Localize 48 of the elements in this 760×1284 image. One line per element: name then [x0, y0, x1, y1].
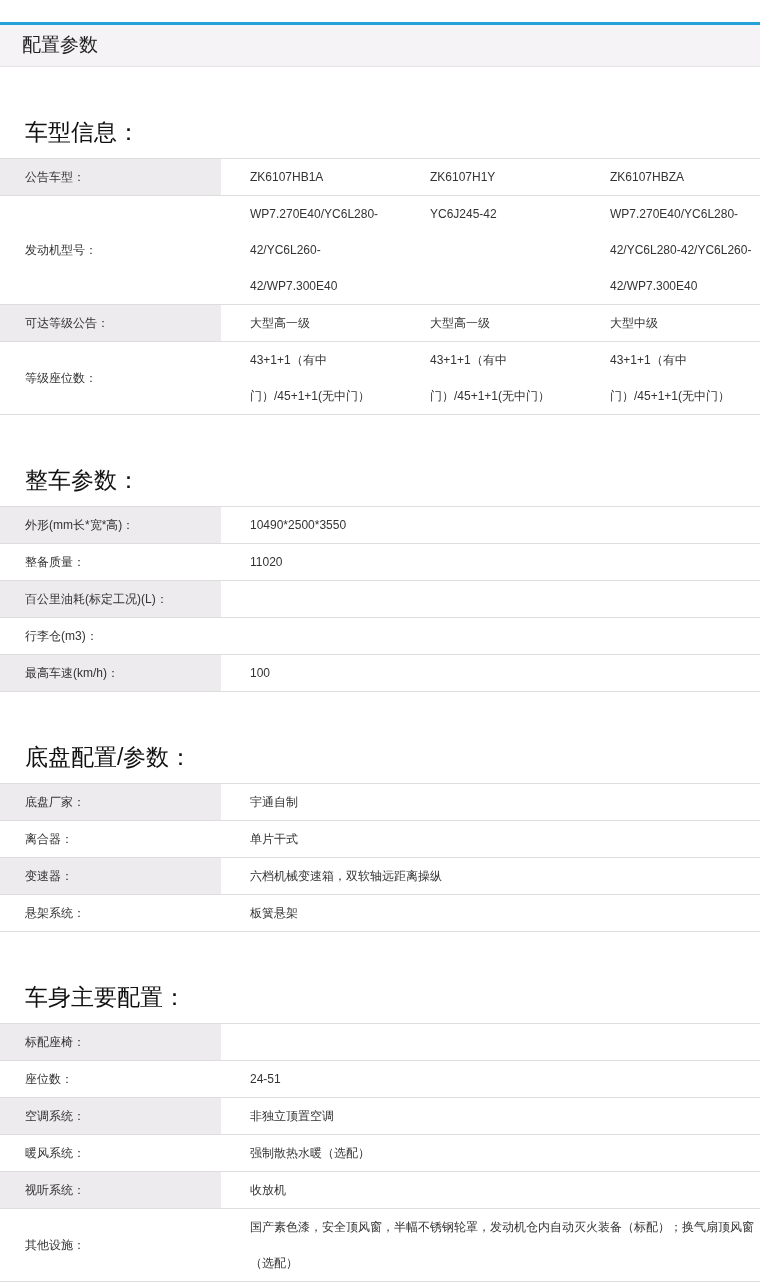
value-cell-text: 11020: [250, 554, 284, 571]
value-cell-text: ZK6107H1Y: [430, 169, 497, 186]
page-title: 配置参数: [22, 33, 98, 58]
value-cell-text: 43+1+1（有中门）/45+1+1(无中门）: [610, 352, 732, 405]
label-cell: 外形(mm长*宽*高)：: [0, 507, 221, 543]
section-title: 整车参数：: [24, 466, 141, 496]
value-cell-text: 板簧悬架: [250, 905, 299, 922]
label-cell-text: 整备质量：: [24, 554, 86, 571]
label-cell: 公告车型：: [0, 159, 221, 195]
value-cell-text: 大型中级: [610, 315, 659, 332]
label-cell-text: 发动机型号：: [24, 242, 98, 259]
value-cell-text: 宇通自制: [250, 794, 299, 811]
value-cell-text: WP7.270E40/YC6L280-42/YC6L260-42/WP7.300E40: [250, 206, 380, 295]
value-cell-text: WP7.270E40/YC6L280-42/YC6L280-42/YC6L260-42/WP7.300E40: [610, 206, 753, 295]
value-cell-text: 单片干式: [250, 831, 299, 848]
value-cell-text: ZK6107HBZA: [610, 169, 686, 186]
label-cell-text: 等级座位数：: [24, 370, 98, 387]
value-cell-text: 43+1+1（有中门）/45+1+1(无中门）: [430, 352, 552, 405]
label-cell: 视听系统：: [0, 1172, 221, 1208]
label-cell: 标配座椅：: [0, 1024, 221, 1060]
value-cell-text: 国产素色漆，安全顶风窗，半幅不锈钢轮罩，发动机仓内自动灭火装备（标配）；换气扇顶风窗（选配）: [250, 1219, 755, 1272]
value-cell-text: 强制散热水暖（选配）: [250, 1145, 371, 1162]
label-cell: 可达等级公告：: [0, 305, 221, 341]
label-cell: 最高车速(km/h)：: [0, 655, 221, 691]
value-cell-text: 非独立顶置空调: [250, 1108, 335, 1125]
value-cell-text: 10490*2500*3550: [250, 517, 348, 534]
section-title: 车身主要配置：: [24, 983, 187, 1013]
section-title: 底盘配置/参数：: [24, 743, 194, 773]
label-cell-text: 悬架系统：: [24, 905, 86, 922]
value-cell-text: 24-51: [250, 1071, 282, 1088]
value-cell-text: 大型高一级: [430, 315, 491, 332]
label-cell-text: 暖风系统：: [24, 1145, 86, 1162]
value-cell-text: ZK6107HB1A: [250, 169, 325, 186]
label-cell-text: 行李仓(m3)：: [24, 628, 99, 645]
section-title: 车型信息：: [24, 118, 141, 148]
value-cell-text: 大型高一级: [250, 315, 311, 332]
label-cell-text: 座位数：: [24, 1071, 74, 1088]
value-cell-text: YC6J245-42: [430, 206, 498, 223]
value-cell-text: 收放机: [250, 1182, 287, 1199]
label-cell: 底盘厂家：: [0, 784, 221, 820]
value-cell-text: 100: [250, 665, 272, 682]
label-cell: 百公里油耗(标定工况)(L)：: [0, 581, 221, 617]
label-cell: 变速器：: [0, 858, 221, 894]
value-cell-text: 43+1+1（有中门）/45+1+1(无中门）: [250, 352, 372, 405]
value-cell-text: 六档机械变速箱，双软轴远距离操纵: [250, 868, 443, 885]
label-cell-text: 其他设施：: [24, 1237, 86, 1254]
label-cell-text: 离合器：: [24, 831, 74, 848]
label-cell: 空调系统：: [0, 1098, 221, 1134]
